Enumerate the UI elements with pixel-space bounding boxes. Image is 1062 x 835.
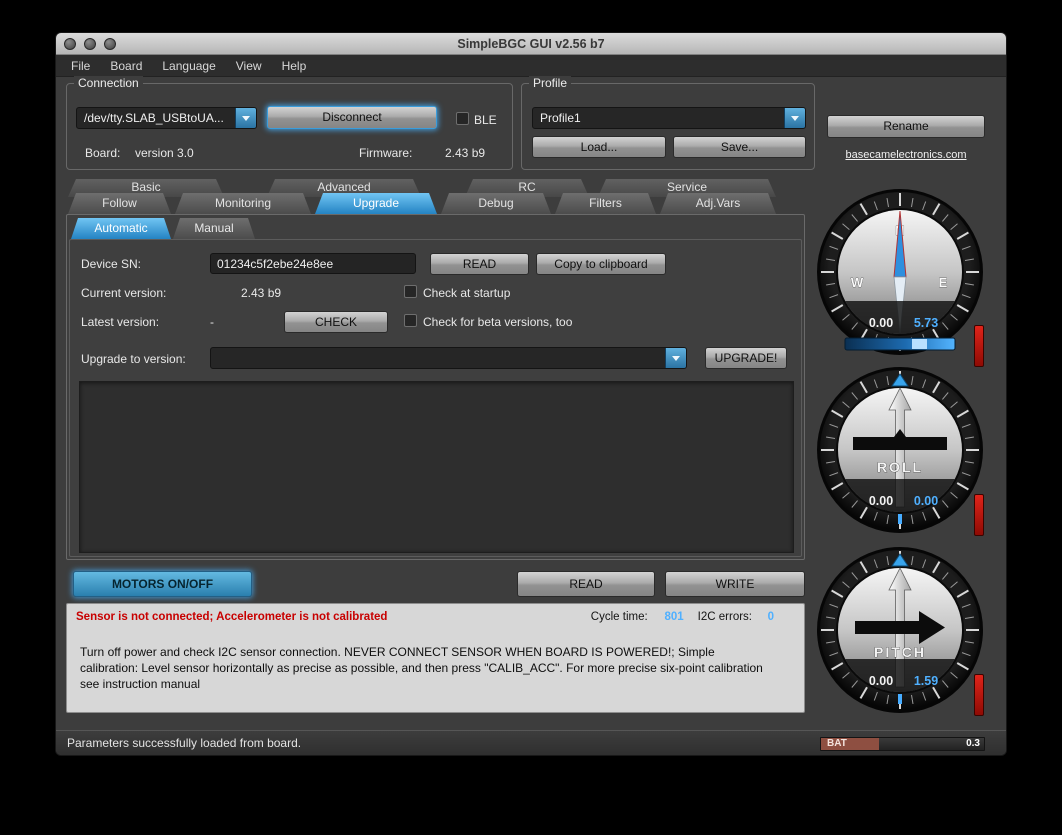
tab-adjvars[interactable]: Adj.Vars bbox=[660, 193, 776, 214]
minimize-button[interactable] bbox=[84, 38, 96, 50]
upgrade-version-select[interactable] bbox=[210, 347, 687, 369]
read-button[interactable]: READ bbox=[517, 571, 655, 597]
ble-label: BLE bbox=[474, 113, 497, 127]
check-at-startup-checkbox[interactable] bbox=[404, 285, 417, 298]
i2c-errors-label: I2C errors: bbox=[698, 611, 752, 623]
roll-value-right: 0.00 bbox=[914, 494, 938, 508]
pitch-value-right: 1.59 bbox=[914, 674, 938, 688]
calibration-help-text: Turn off power and check I2C sensor conn… bbox=[80, 645, 775, 692]
cycle-time-label: Cycle time: bbox=[591, 611, 648, 623]
profile-select[interactable]: Profile1 bbox=[532, 107, 806, 129]
pitch-gauge: PITCH 0.00 1.59 bbox=[815, 545, 985, 715]
chevron-down-icon[interactable] bbox=[784, 108, 805, 128]
rename-button[interactable]: Rename bbox=[827, 115, 985, 138]
disconnect-button[interactable]: Disconnect bbox=[267, 106, 437, 129]
yaw-value-right: 5.73 bbox=[914, 316, 938, 330]
tab-follow[interactable]: Follow bbox=[68, 193, 171, 214]
port-select[interactable]: /dev/tty.SLAB_USBtoUA... bbox=[76, 107, 257, 129]
close-button[interactable] bbox=[64, 38, 76, 50]
sensor-error-text: Sensor is not connected; Accelerometer i… bbox=[76, 611, 387, 623]
chevron-down-icon[interactable] bbox=[235, 108, 256, 128]
upgrade-to-label: Upgrade to version: bbox=[81, 352, 186, 366]
tab-monitoring[interactable]: Monitoring bbox=[175, 193, 311, 214]
battery-value: 0.3 bbox=[879, 738, 984, 750]
firmware-value: 2.43 b9 bbox=[445, 146, 485, 160]
read-sn-button[interactable]: READ bbox=[430, 253, 529, 275]
status-message: Parameters successfully loaded from boar… bbox=[67, 736, 301, 750]
compass-east-label: E bbox=[939, 275, 948, 290]
status-box: Sensor is not connected; Accelerometer i… bbox=[66, 603, 805, 713]
load-button[interactable]: Load... bbox=[532, 136, 666, 158]
menu-board[interactable]: Board bbox=[100, 55, 152, 77]
board-value: version 3.0 bbox=[135, 146, 194, 160]
connection-group: Connection /dev/tty.SLAB_USBtoUA... Disc… bbox=[66, 83, 513, 170]
check-button[interactable]: CHECK bbox=[284, 311, 388, 333]
board-metrics: Cycle time: 801 I2C errors: 0 bbox=[591, 611, 774, 623]
tab-filters[interactable]: Filters bbox=[555, 193, 656, 214]
latest-version-label: Latest version: bbox=[81, 315, 159, 329]
motors-onoff-button[interactable]: MOTORS ON/OFF bbox=[73, 571, 252, 597]
copy-to-clipboard-button[interactable]: Copy to clipboard bbox=[536, 253, 666, 275]
device-sn-input[interactable] bbox=[210, 253, 416, 274]
yaw-value-left: 0.00 bbox=[869, 316, 893, 330]
write-button[interactable]: WRITE bbox=[665, 571, 805, 597]
device-sn-label: Device SN: bbox=[81, 257, 141, 271]
current-version-label: Current version: bbox=[81, 286, 166, 300]
yaw-scale-bar bbox=[845, 338, 955, 350]
board-label: Board: bbox=[85, 146, 120, 160]
pitch-bottom-marker bbox=[898, 694, 902, 704]
roll-alarm-bar bbox=[974, 494, 984, 536]
beta-versions-label: Check for beta versions, too bbox=[423, 315, 572, 329]
menu-view[interactable]: View bbox=[226, 55, 272, 77]
roll-value-left: 0.00 bbox=[869, 494, 893, 508]
chevron-down-icon[interactable] bbox=[665, 348, 686, 368]
window-title: SimpleBGC GUI v2.56 b7 bbox=[56, 33, 1006, 55]
profile-group: Profile Profile1 Load... Save... bbox=[521, 83, 815, 170]
connection-group-title: Connection bbox=[74, 76, 143, 90]
subtab-manual[interactable]: Manual bbox=[173, 218, 255, 239]
profile-group-title: Profile bbox=[529, 76, 571, 90]
app-window: SimpleBGC GUI v2.56 b7 File Board Langua… bbox=[56, 33, 1006, 755]
beta-versions-checkbox[interactable] bbox=[404, 314, 417, 327]
current-version-value: 2.43 b9 bbox=[241, 286, 281, 300]
roll-gauge: ROLL 0.00 0.00 bbox=[815, 365, 985, 535]
basecam-link[interactable]: basecamelectronics.com bbox=[827, 149, 985, 161]
latest-version-value: - bbox=[210, 315, 214, 329]
profile-select-value: Profile1 bbox=[533, 111, 784, 125]
firmware-label: Firmware: bbox=[359, 146, 412, 160]
upgrade-log-area[interactable] bbox=[79, 381, 794, 553]
i2c-errors-value: 0 bbox=[752, 611, 774, 623]
subtab-automatic[interactable]: Automatic bbox=[71, 218, 171, 239]
menubar: File Board Language View Help bbox=[56, 55, 1006, 77]
check-at-startup-label: Check at startup bbox=[423, 286, 510, 300]
menu-help[interactable]: Help bbox=[272, 55, 317, 77]
menu-file[interactable]: File bbox=[61, 55, 100, 77]
compass-west-label: W bbox=[851, 275, 864, 290]
upgrade-panel: Automatic Manual Device SN: READ Copy to… bbox=[66, 214, 805, 560]
yaw-scale-marker bbox=[912, 339, 927, 349]
upgrade-button[interactable]: UPGRADE! bbox=[705, 347, 787, 369]
pitch-label: PITCH bbox=[874, 644, 926, 660]
cycle-time-value: 801 bbox=[648, 611, 684, 623]
titlebar: SimpleBGC GUI v2.56 b7 bbox=[56, 33, 1006, 55]
battery-label: BAT bbox=[821, 738, 879, 750]
menu-language[interactable]: Language bbox=[152, 55, 225, 77]
port-select-value: /dev/tty.SLAB_USBtoUA... bbox=[77, 111, 235, 125]
pitch-value-left: 0.00 bbox=[869, 674, 893, 688]
ble-checkbox[interactable] bbox=[456, 112, 469, 125]
statusbar: Parameters successfully loaded from boar… bbox=[56, 730, 1006, 755]
tab-upgrade[interactable]: Upgrade bbox=[315, 193, 437, 214]
roll-label: ROLL bbox=[877, 459, 923, 475]
zoom-button[interactable] bbox=[104, 38, 116, 50]
save-button[interactable]: Save... bbox=[673, 136, 806, 158]
yaw-alarm-bar bbox=[974, 325, 984, 367]
pitch-alarm-bar bbox=[974, 674, 984, 716]
roll-bottom-marker bbox=[898, 514, 902, 524]
pitch-arrow-shaft bbox=[855, 621, 919, 634]
roll-level-bar bbox=[853, 437, 947, 450]
battery-indicator: BAT 0.3 bbox=[820, 737, 985, 751]
yaw-gauge: N W E 0.00 5.73 bbox=[815, 187, 985, 357]
tab-debug[interactable]: Debug bbox=[441, 193, 551, 214]
